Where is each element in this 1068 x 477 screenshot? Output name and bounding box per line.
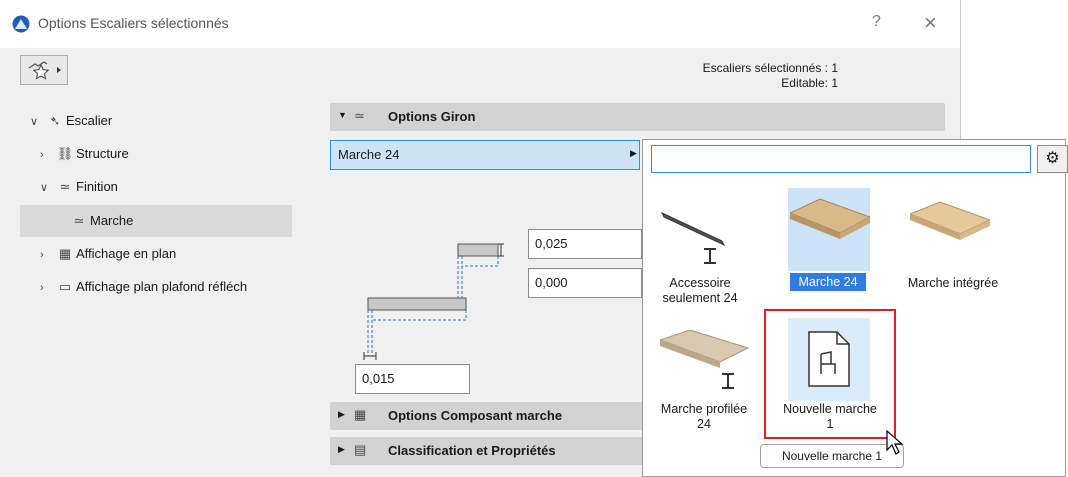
tree-item-finition[interactable]: ∨ ≃ Finition	[40, 172, 118, 202]
mouse-cursor-icon	[886, 430, 904, 455]
floor-plan-icon: ▦	[58, 246, 72, 261]
section-title: Options Giron	[388, 109, 476, 124]
structure-icon: ⛓	[56, 146, 74, 161]
tile-label-marche-24: Marche 24	[798, 275, 858, 289]
chevron-down-icon[interactable]: ∨	[40, 173, 54, 203]
chevron-right-icon: ▶	[630, 148, 637, 158]
library-search-input[interactable]	[651, 145, 1031, 173]
window-title: Options Escaliers sélectionnés	[38, 15, 229, 31]
tread-type-value: Marche 24	[338, 147, 400, 162]
title-bar: Options Escaliers sélectionnés ? ×	[0, 0, 960, 48]
tree-item-label: Affichage plan plafond réfléch	[76, 279, 248, 294]
chevron-down-icon[interactable]: ∨	[30, 107, 44, 137]
section-expand-icon[interactable]: ▶	[338, 409, 345, 420]
app-icon	[12, 15, 30, 33]
help-button[interactable]: ?	[872, 13, 881, 31]
tree-item-escalier[interactable]: ∨ ➴ Escalier	[30, 106, 112, 136]
offset-field[interactable]: 0,000	[528, 268, 642, 298]
chevron-right-icon[interactable]: ›	[40, 273, 54, 303]
chevron-right-icon[interactable]: ›	[40, 240, 54, 270]
tile-label-line: Marche profilée	[660, 402, 748, 416]
tree-item-label: Escalier	[66, 113, 113, 128]
chevron-right-icon[interactable]: ›	[40, 140, 54, 170]
tooltip: Nouvelle marche 1	[760, 444, 904, 468]
section-expand-icon[interactable]: ▶	[338, 444, 345, 455]
editable-count: Editable: 1	[781, 76, 838, 90]
tread-diagram	[363, 243, 504, 360]
tile-label-accessoire: Accessoire seulement 24	[652, 276, 748, 306]
tile-label-marche-profilee: Marche profilée 24	[648, 402, 760, 432]
favorites-star-icon	[28, 61, 61, 80]
tread-icon: ≃	[73, 213, 85, 228]
highlight-box	[764, 309, 896, 439]
component-icon: ▦	[354, 407, 367, 422]
tree-item-marche[interactable]: ≃ Marche	[68, 206, 134, 236]
tread-icon: ≃	[354, 108, 365, 123]
section-title: Classification et Propriétés	[388, 443, 556, 458]
tree-item-structure[interactable]: › ⛓ Structure	[40, 139, 129, 169]
tree-item-affichage-plafond[interactable]: › ▭ Affichage plan plafond réfléch	[40, 272, 247, 302]
tree-item-label: Affichage en plan	[76, 246, 177, 261]
tree-item-label: Finition	[76, 179, 118, 194]
tile-marche-profilee[interactable]	[660, 330, 750, 395]
tree-item-label: Marche	[90, 213, 134, 228]
tile-label-line: seulement 24	[662, 291, 738, 305]
top-thickness-field[interactable]: 0,025	[528, 229, 642, 259]
selected-count: Escaliers sélectionnés : 1	[702, 61, 838, 75]
section-options-giron[interactable]: ▼ ≃ Options Giron	[330, 103, 945, 131]
tile-marche-24[interactable]	[790, 195, 870, 255]
ceiling-plan-icon: ▭	[58, 279, 72, 294]
gear-icon[interactable]: ⚙	[1037, 145, 1068, 173]
tile-label-line: 24	[697, 417, 711, 431]
section-title: Options Composant marche	[388, 408, 563, 423]
close-button[interactable]: ×	[924, 10, 937, 36]
section-collapse-icon[interactable]: ▼	[338, 110, 347, 120]
tree-selection-highlight	[20, 205, 292, 237]
tile-accessoire[interactable]	[660, 205, 740, 270]
tree-item-affichage-plan[interactable]: › ▦ Affichage en plan	[40, 239, 176, 269]
favorites-button[interactable]	[20, 55, 68, 85]
tree-item-label: Structure	[76, 146, 129, 161]
nosing-field[interactable]: 0,015	[355, 364, 470, 394]
finish-icon: ≃	[59, 179, 71, 194]
tile-label-line: Accessoire	[669, 276, 731, 290]
tile-label-marche-integree: Marche intégrée	[907, 276, 999, 290]
tile-marche-integree[interactable]	[910, 200, 990, 255]
stair-icon: ➴	[49, 113, 61, 128]
properties-icon: ▤	[354, 442, 367, 457]
